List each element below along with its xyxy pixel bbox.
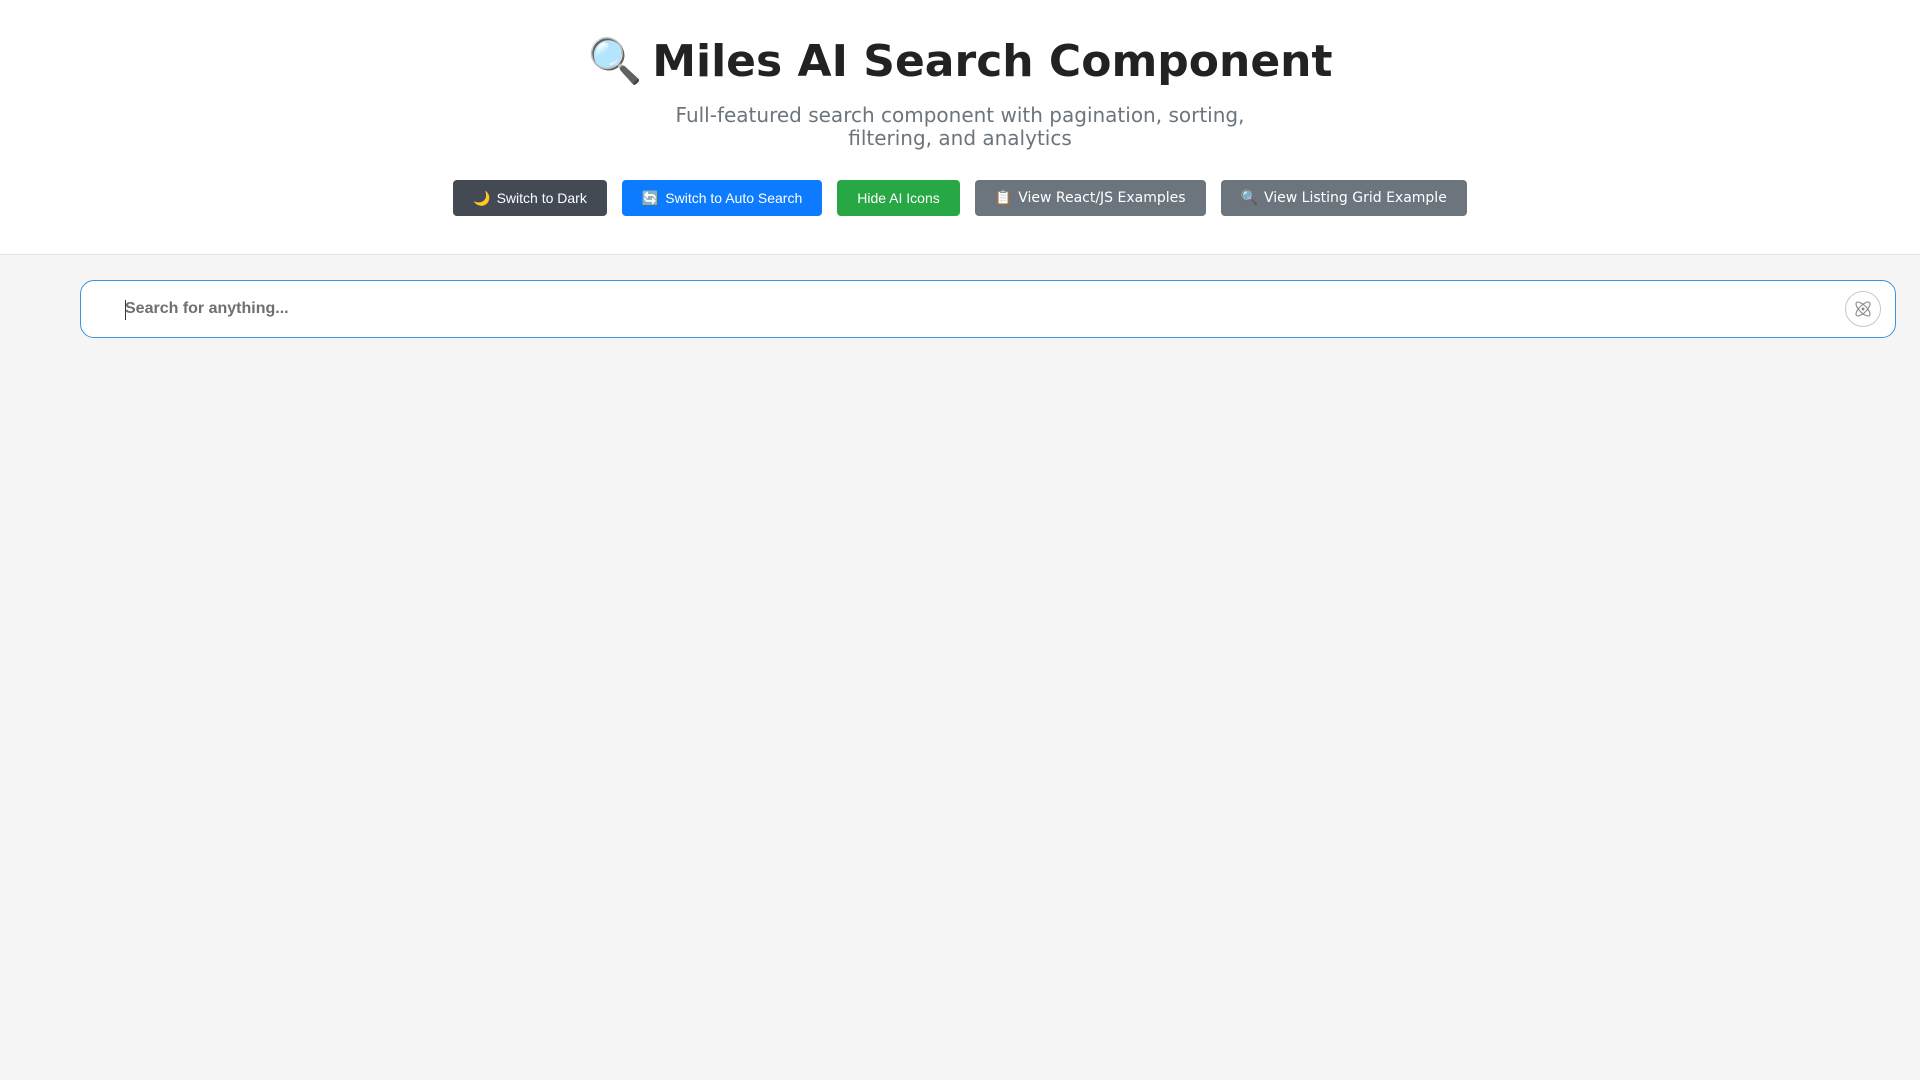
view-listing-grid-example-label: View Listing Grid Example — [1264, 190, 1447, 206]
view-react-js-examples-button[interactable]: 📋 View React/JS Examples — [974, 180, 1206, 216]
text-cursor — [125, 300, 126, 320]
search-icon: 🔍 — [1240, 190, 1258, 206]
switch-to-dark-button[interactable]: 🌙 Switch to Dark — [453, 180, 607, 216]
clipboard-icon: 📋 — [994, 190, 1013, 206]
search-bar — [80, 280, 1896, 338]
hide-ai-icons-label: Hide AI Icons — [857, 190, 940, 206]
view-listing-grid-example-button[interactable]: 🔍 View Listing Grid Example — [1220, 180, 1467, 216]
search-input[interactable] — [81, 280, 1845, 338]
view-react-js-examples-label: View React/JS Examples — [1018, 190, 1186, 206]
page-header: 🔍 Miles AI Search Component Full-featured… — [0, 0, 1920, 255]
atom-icon — [1855, 301, 1871, 317]
toolbar: 🌙 Switch to Dark 🔄 Switch to Auto Search… — [0, 180, 1920, 216]
refresh-icon: 🔄 — [641, 189, 660, 206]
switch-to-auto-search-label: Switch to Auto Search — [665, 190, 803, 206]
hide-ai-icons-button[interactable]: Hide AI Icons — [837, 180, 960, 216]
magnifier-icon: 🔍 — [587, 36, 643, 87]
page-title: 🔍 Miles AI Search Component — [0, 36, 1920, 88]
page-title-text: Miles AI Search Component — [652, 36, 1333, 87]
switch-to-dark-label: Switch to Dark — [496, 190, 587, 206]
page-subtitle: Full-featured search component with pagi… — [675, 103, 1245, 150]
moon-icon: 🌙 — [473, 189, 491, 206]
switch-to-auto-search-button[interactable]: 🔄 Switch to Auto Search — [621, 180, 823, 216]
ai-search-button[interactable] — [1845, 291, 1881, 327]
